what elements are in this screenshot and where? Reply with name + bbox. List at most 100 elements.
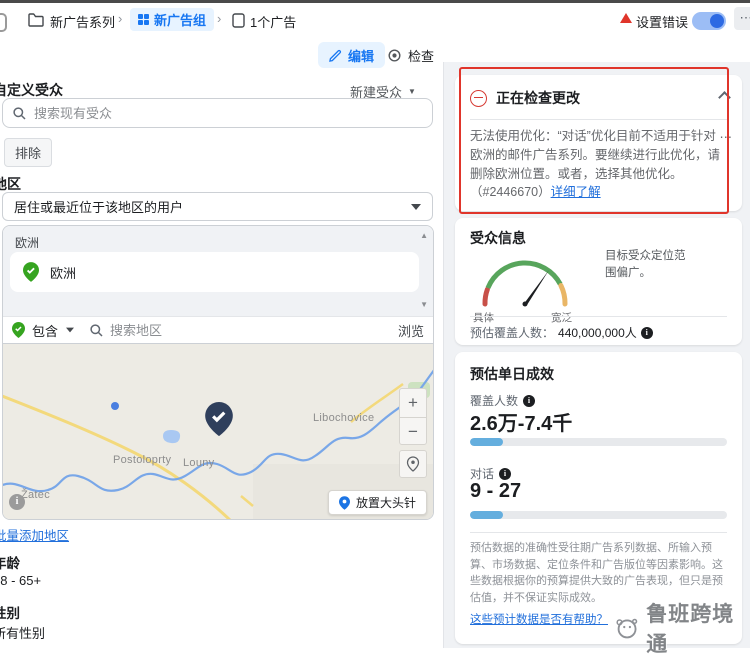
search-icon [90, 323, 103, 337]
card-divider [470, 316, 727, 317]
learn-more-link[interactable]: 详细了解 [551, 185, 601, 199]
region-item-europe[interactable]: 欧洲 [10, 252, 419, 292]
more-options-button[interactable]: ⋯ [734, 7, 750, 30]
map-town-label: Libochovice [313, 412, 375, 424]
review-sidebar: 正在检查更改 ⋯ 无法使用优化：“对话”优化目前不适用于针对欧洲的邮件广告系列。… [444, 62, 750, 656]
zoom-out-button[interactable]: − [400, 417, 426, 445]
place-pin-label: 放置大头针 [356, 496, 417, 510]
info-icon[interactable]: i [640, 326, 653, 339]
locate-pin-icon [406, 456, 420, 472]
place-pin-button[interactable]: 放置大头针 [328, 490, 428, 515]
browse-link[interactable]: 浏览 [398, 321, 424, 340]
scroll-up-icon[interactable]: ▲ [420, 231, 428, 240]
error-toggle[interactable] [692, 12, 726, 30]
conversations-metric-bar-fill [470, 511, 504, 519]
map-town-label: Louny [183, 457, 215, 469]
audience-definition-gauge: 具体 宽泛 [469, 248, 581, 324]
error-message-body: ⋯ 无法使用优化：“对话”优化目前不适用于针对欧洲的邮件广告系列。要继续进行此优… [470, 127, 732, 202]
breadcrumb-bar: 新广告系列 › 新广告组 › 1个广告 设置错误 ⋯ [0, 3, 750, 37]
error-ref-number: （#2446670） [470, 185, 551, 200]
age-value: 18 - 65+ [0, 573, 42, 588]
watermark-mascot-icon [616, 618, 638, 639]
exclude-button[interactable]: 排除 [4, 138, 53, 167]
adset-grid-icon [138, 14, 149, 25]
location-targeting-box: 欧洲 ▲ 欧洲 ▼ 包含 浏览 [2, 225, 434, 520]
ad-page-icon [232, 13, 245, 28]
location-type-value: 居住或最近位于该地区的用户 [14, 200, 184, 215]
region-group-label: 欧洲 [15, 236, 40, 250]
location-type-dropdown[interactable]: 居住或最近位于该地区的用户 [2, 192, 433, 221]
custom-audience-heading: 自定义受众 [0, 82, 63, 98]
audience-broad-note: 目标受众定位范围偏广。 [605, 250, 686, 280]
search-icon [13, 106, 26, 120]
settings-error-label: 设置错误 [636, 15, 689, 30]
watermark: 鲁班跨境通 [612, 598, 750, 658]
gender-label: 性别 [0, 606, 20, 621]
map-town-label: Žatec [21, 489, 51, 501]
blue-pin-icon [339, 495, 350, 510]
reach-metric-bar [470, 438, 727, 446]
gauge-broad-label: 宽泛 [551, 312, 572, 324]
folder-icon [28, 13, 44, 27]
review-button[interactable]: 检查 [387, 46, 434, 65]
breadcrumb-separator: › [217, 11, 222, 26]
green-location-pin-icon [23, 262, 39, 282]
error-message-text: 无法使用优化：“对话”优化目前不适用于针对欧洲的邮件广告系列。要继续进行此优化，… [470, 129, 721, 181]
reach-value: 440,000,000人 [558, 326, 637, 340]
reach-label: 预估覆盖人数： [470, 326, 555, 340]
audience-search-box[interactable] [2, 98, 433, 128]
review-button-label: 检查 [408, 49, 435, 64]
include-dropdown[interactable]: 包含 [32, 321, 58, 340]
reach-metric-bar-fill [470, 438, 504, 446]
truncation-ellipsis: ⋯ [719, 130, 733, 144]
estimates-disclaimer: 预估数据的准确性受往期广告系列数据、所输入预算、市场数据、定位条件和广告版位等因… [470, 542, 723, 604]
watermark-text: 鲁班跨境通 [646, 603, 735, 656]
conversations-metric-value: 9 - 27 [470, 480, 522, 502]
location-map[interactable]: Žatec Postoloprty Louny Libochovice + − [3, 344, 433, 519]
cropped-side-button [0, 13, 7, 32]
breadcrumb-campaign[interactable]: 新广告系列 [50, 12, 115, 31]
gauge-arc [482, 260, 568, 307]
region-search-input[interactable] [110, 322, 391, 338]
audience-info-card: 受众信息 具体 宽泛 目标受众定位范围偏广。 预估覆盖人数： 440,000,0… [455, 218, 742, 345]
map-town-label: Postoloprty [113, 454, 172, 466]
audience-search-input[interactable] [34, 105, 422, 121]
caret-down-icon [411, 203, 421, 210]
map-locate-button[interactable] [399, 450, 427, 478]
edit-button[interactable]: 编辑 [318, 42, 386, 68]
info-icon[interactable]: i [523, 394, 536, 407]
audience-settings-panel: 自定义受众 新建受众 ▼ 排除 地区 居住或最近位于该地区的用户 欧洲 ▲ 欧洲 [0, 70, 443, 648]
estimated-reach-row: 预估覆盖人数： 440,000,000人 i [470, 324, 653, 341]
map-info-icon[interactable]: i [9, 494, 25, 510]
chevron-up-icon[interactable] [718, 91, 731, 104]
card-divider [470, 532, 727, 533]
gender-value: 所有性别 [0, 626, 46, 641]
error-warning-triangle-icon [620, 13, 632, 23]
scroll-down-icon[interactable]: ▼ [420, 300, 428, 309]
zoom-in-button[interactable]: + [400, 389, 426, 417]
breadcrumb-adset-active[interactable]: 新广告组 [130, 8, 215, 31]
eye-icon [388, 49, 401, 62]
edit-button-label: 编辑 [348, 48, 375, 64]
error-minus-circle-icon [470, 89, 487, 107]
region-item-label: 欧洲 [50, 265, 77, 281]
toggle-knob [710, 14, 724, 28]
card-divider [470, 119, 727, 120]
audience-info-title: 受众信息 [470, 230, 526, 246]
map-zoom-controls: + − [399, 388, 427, 445]
reach-metric-value: 2.6万-7.4千 [470, 413, 573, 435]
estimates-feedback-link[interactable]: 这些预计数据是否有帮助？ [470, 611, 608, 627]
info-icon[interactable]: i [499, 467, 512, 480]
location-heading: 地区 [0, 176, 21, 192]
breadcrumb-ad[interactable]: 1个广告 [250, 12, 296, 31]
selected-regions-list: 欧洲 ▲ 欧洲 ▼ [3, 226, 433, 316]
checking-changes-card: 正在检查更改 ⋯ 无法使用优化：“对话”优化目前不适用于针对欧洲的邮件广告系列。… [455, 75, 742, 211]
bulk-add-locations-link[interactable]: 批量添加地区 [0, 525, 69, 544]
conversations-metric-bar [470, 511, 727, 519]
map-selected-pin-icon[interactable] [205, 402, 233, 436]
breadcrumb-adset-label: 新广告组 [154, 13, 207, 28]
breadcrumb-separator: › [118, 11, 123, 26]
gauge-specific-label: 具体 [473, 312, 494, 324]
region-search-row: 包含 浏览 [3, 316, 433, 344]
caret-down-icon [66, 327, 75, 333]
